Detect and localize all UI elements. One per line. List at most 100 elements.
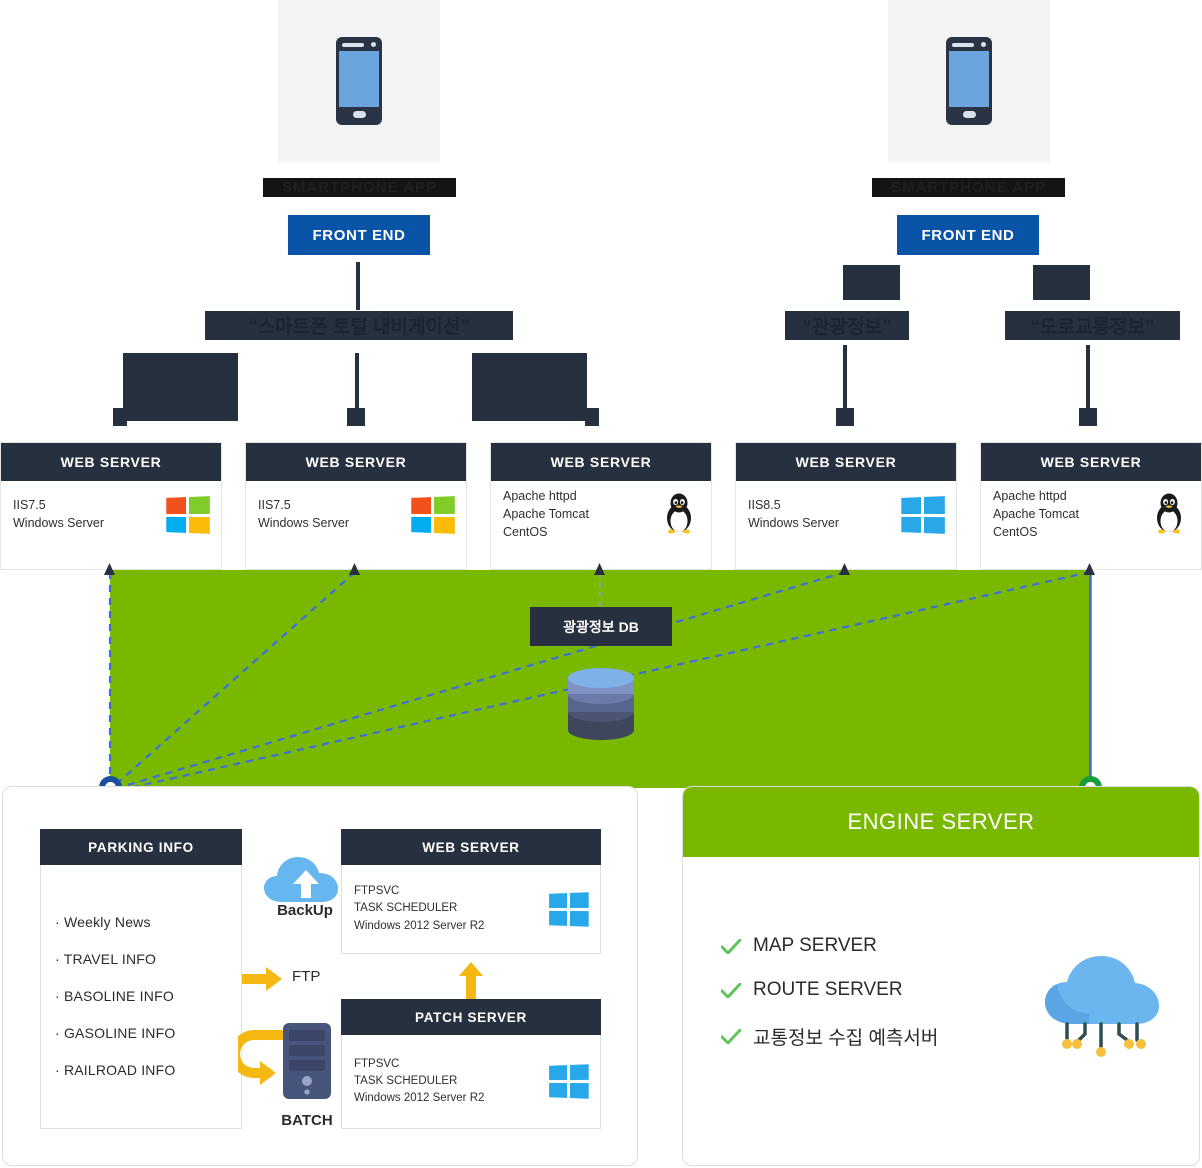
web-server-card-title: WEB SERVER	[491, 443, 711, 481]
linux-tux-icon	[1149, 492, 1189, 539]
smartphone-icon	[336, 37, 382, 125]
service-tag-tourism: “관광정보”	[785, 311, 909, 340]
check-icon	[721, 982, 741, 998]
branch-stub-traffic	[1079, 408, 1097, 426]
windows-modern-icon	[548, 891, 589, 927]
engine-feature-label: ROUTE SERVER	[753, 979, 903, 1000]
branch-stub-left	[113, 408, 127, 426]
connection-anchor-3	[594, 563, 605, 581]
windows-modern-icon	[548, 1064, 589, 1099]
patch-web-server-specs: FTPSVC TASK SCHEDULER Windows 2012 Serve…	[354, 883, 484, 935]
phone-speaker	[952, 42, 974, 47]
branch-block-right	[472, 353, 587, 421]
ftp-arrow-icon	[242, 965, 284, 993]
ftp-label: FTP	[292, 968, 321, 985]
patch-server-specs: FTPSVC TASK SCHEDULER Windows 2012 Serve…	[354, 1056, 484, 1108]
connector-left-frontend	[356, 262, 360, 310]
spec-line: CentOS	[993, 524, 1038, 539]
engine-feature-map-server: MAP SERVER	[721, 935, 938, 957]
phone-camera	[371, 42, 376, 47]
branch-line-center	[355, 353, 359, 410]
patch-web-server-card[interactable]: WEB SERVER FTPSVC TASK SCHEDULER Windows…	[341, 829, 601, 954]
smartphone-photo-right	[888, 0, 1050, 162]
engine-feature-label: MAP SERVER	[753, 935, 877, 956]
engine-feature-label: 교통정보 수집 예측서버	[753, 1028, 939, 1049]
smartphone-photo-left	[278, 0, 440, 162]
server-tower-icon	[283, 1023, 331, 1099]
spec-line: Windows Server	[13, 516, 104, 530]
spec-line: TASK SCHEDULER	[354, 1074, 458, 1087]
phone-speaker	[342, 42, 364, 47]
spec-line: CentOS	[503, 524, 548, 539]
front-end-button-right[interactable]: FRONT END	[897, 215, 1039, 255]
web-server-card-specs: IIS8.5 Windows Server	[748, 497, 839, 533]
spec-line: IIS8.5	[748, 498, 781, 513]
connection-anchor-5	[1084, 563, 1095, 581]
branch-stub-center	[347, 408, 365, 426]
spec-line: Apache Tomcat	[503, 507, 589, 522]
engine-server-title: ENGINE SERVER	[683, 787, 1199, 857]
branch-block-left	[123, 353, 238, 421]
phone-home-button	[962, 111, 976, 118]
windows-classic-icon	[410, 496, 455, 534]
list-item: · GASOLINE INFO	[55, 1025, 176, 1041]
spec-line: FTPSVC	[354, 1057, 400, 1070]
spec-line: Apache Tomcat	[993, 507, 1079, 522]
web-server-card-specs: Apache httpd Apache Tomcat CentOS	[993, 488, 1079, 541]
smartphone-app-caption-left: SMARTPHONE APP	[263, 178, 456, 197]
cloud-iot-icon	[1035, 952, 1165, 1067]
web-server-card-5[interactable]: WEB SERVER Apache httpd Apache Tomcat Ce…	[980, 442, 1202, 570]
check-icon	[721, 938, 741, 954]
backup-label: BackUp	[277, 902, 333, 919]
spec-line: IIS7.5	[13, 498, 46, 513]
list-item: · TRAVEL INFO	[55, 951, 157, 967]
branch-stub-right	[585, 408, 599, 426]
linux-tux-icon	[659, 492, 699, 539]
front-end-button-left[interactable]: FRONT END	[288, 215, 430, 255]
service-tag-traffic: “도로교통정보”	[1005, 311, 1180, 340]
list-item: · RAILROAD INFO	[55, 1062, 176, 1078]
phone-home-button	[352, 111, 366, 118]
database-label: 광광정보 DB	[530, 607, 672, 646]
web-server-card-1[interactable]: WEB SERVER IIS7.5 Windows Server	[0, 442, 222, 570]
phone-screen	[949, 51, 989, 107]
engine-feature-route-server: ROUTE SERVER	[721, 979, 938, 1001]
engine-feature-traffic-prediction: 교통정보 수집 예측서버	[721, 1023, 938, 1050]
parking-info-list: · Weekly News · TRAVEL INFO · BASOLINE I…	[41, 914, 241, 1078]
phone-camera	[981, 42, 986, 47]
web-server-card-specs: IIS7.5 Windows Server	[13, 497, 104, 533]
web-server-card-title: WEB SERVER	[736, 443, 956, 481]
spec-line: Windows Server	[748, 516, 839, 530]
smartphone-app-caption-right: SMARTPHONE APP	[872, 178, 1065, 197]
web-server-card-specs: IIS7.5 Windows Server	[258, 497, 349, 533]
cloud-upload-icon	[262, 850, 350, 906]
branch-line-tourism	[843, 345, 847, 410]
connector-block-right-2	[1033, 265, 1090, 300]
windows-modern-icon	[900, 496, 945, 534]
smartphone-icon	[946, 37, 992, 125]
patch-server-title: PATCH SERVER	[341, 999, 601, 1035]
web-server-card-3[interactable]: WEB SERVER Apache httpd Apache Tomcat Ce…	[490, 442, 712, 570]
phone-screen	[339, 51, 379, 107]
list-item: · Weekly News	[55, 914, 151, 930]
connection-anchor-2	[349, 563, 360, 581]
web-server-card-title: WEB SERVER	[981, 443, 1201, 481]
patch-server-card[interactable]: PATCH SERVER FTPSVC TASK SCHEDULER Windo…	[341, 999, 601, 1129]
connection-anchor-4	[839, 563, 850, 581]
connector-block-right-1	[843, 265, 900, 300]
engine-server-panel: ENGINE SERVER MAP SERVER ROUTE SERVER 교통…	[682, 786, 1200, 1166]
spec-line: Apache httpd	[993, 489, 1067, 504]
web-server-card-4[interactable]: WEB SERVER IIS8.5 Windows Server	[735, 442, 957, 570]
web-server-card-title: WEB SERVER	[246, 443, 466, 481]
service-tag-navigation: “스마트폰 토털 내비게이션”	[205, 311, 513, 340]
spec-line: Windows 2012 Server R2	[354, 919, 485, 932]
parking-info-box: PARKING INFO · Weekly News · TRAVEL INFO…	[40, 829, 242, 1129]
check-icon	[721, 1029, 741, 1044]
branch-stub-tourism	[836, 408, 854, 426]
windows-classic-icon	[165, 496, 210, 534]
web-server-card-2[interactable]: WEB SERVER IIS7.5 Windows Server	[245, 442, 467, 570]
parking-info-title: PARKING INFO	[40, 829, 242, 865]
web-server-card-specs: Apache httpd Apache Tomcat CentOS	[503, 488, 589, 541]
spec-line: IIS7.5	[258, 498, 291, 513]
spec-line: Windows Server	[258, 516, 349, 530]
